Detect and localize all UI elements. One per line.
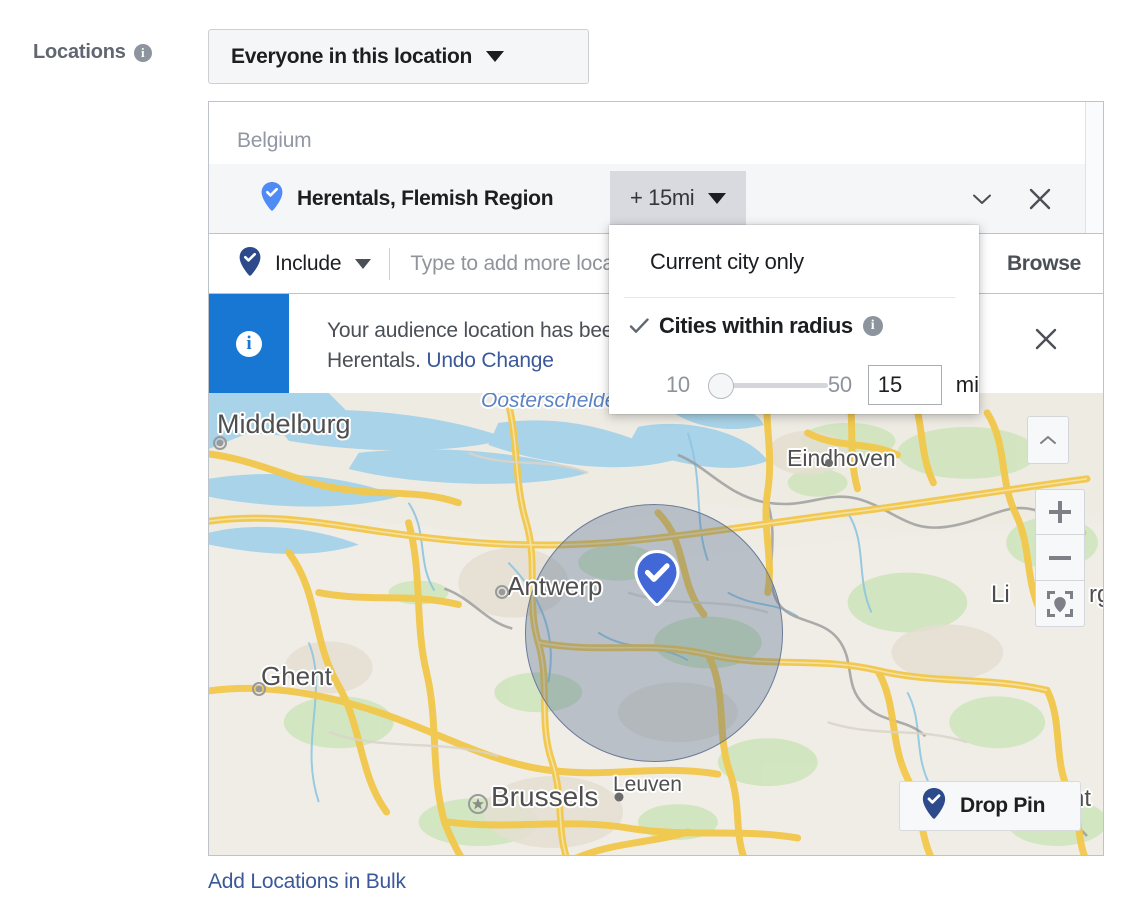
audience-type-value: Everyone in this location xyxy=(231,44,473,68)
zoom-in-button[interactable] xyxy=(1035,489,1085,535)
country-header: Belgium xyxy=(237,129,312,152)
radius-overlay-circle xyxy=(525,504,783,762)
drop-pin-button[interactable]: Drop Pin xyxy=(899,781,1081,831)
map-pin-check-icon xyxy=(922,788,946,824)
location-list-scrollbar[interactable] xyxy=(1085,102,1103,233)
expand-location-chevron-icon[interactable] xyxy=(969,186,995,212)
menu-item-cities-within-radius[interactable]: Cities within radius i xyxy=(629,313,883,339)
radius-chip-label: + 15mi xyxy=(630,185,695,210)
radius-slider[interactable] xyxy=(707,370,828,400)
slider-max-label: 50 xyxy=(827,372,852,397)
slider-thumb[interactable] xyxy=(707,373,734,399)
chevron-down-icon xyxy=(486,51,505,62)
locations-label-text: Locations xyxy=(33,41,126,63)
info-icon: i xyxy=(236,330,262,357)
chevron-down-icon xyxy=(708,192,727,204)
compass-up-icon[interactable] xyxy=(1027,416,1069,464)
radius-value-input[interactable] xyxy=(867,365,942,405)
info-icon[interactable]: i xyxy=(862,316,883,336)
location-list-item[interactable]: Herentals, Flemish Region + 15mi xyxy=(209,164,1103,233)
location-map[interactable]: Oosterschelde Middelburg Eindhoven Antwe… xyxy=(208,393,1104,856)
map-pin-check-icon xyxy=(261,181,283,216)
info-icon[interactable]: i xyxy=(133,43,152,62)
zoom-out-button[interactable] xyxy=(1035,535,1085,581)
locate-pin-icon xyxy=(1047,590,1073,617)
divider xyxy=(389,248,391,280)
radius-dropdown-menu: Current city only Cities within radius i… xyxy=(609,225,979,414)
include-mode-select[interactable]: Include xyxy=(239,247,372,281)
radius-chip-button[interactable]: + 15mi xyxy=(610,171,747,225)
locations-targeting-panel: Locations i Everyone in this location Be… xyxy=(0,0,1142,908)
menu-item-label: Cities within radius xyxy=(659,313,853,338)
add-locations-in-bulk-link[interactable]: Add Locations in Bulk xyxy=(208,870,406,894)
locate-button[interactable] xyxy=(1035,581,1085,627)
undo-change-link[interactable]: Undo Change xyxy=(426,349,554,372)
map-pin-check-icon[interactable] xyxy=(634,549,680,615)
audience-type-select[interactable]: Everyone in this location xyxy=(208,29,589,84)
remove-location-close-icon[interactable] xyxy=(1027,186,1053,212)
minus-icon xyxy=(1049,555,1071,560)
location-scroll-area: Belgium Herentals, Flemish Region + 15mi xyxy=(209,102,1103,233)
notification-close-icon[interactable] xyxy=(1033,326,1059,352)
location-name: Herentals, Flemish Region xyxy=(297,186,554,210)
menu-divider xyxy=(624,297,955,298)
slider-min-label: 10 xyxy=(666,372,690,397)
radius-unit-label: mi xyxy=(955,372,979,397)
include-mode-label: Include xyxy=(275,252,342,275)
map-pin-check-icon xyxy=(239,247,261,281)
menu-item-current-city-only[interactable]: Current city only xyxy=(650,249,804,275)
notification-icon-panel: i xyxy=(209,294,289,393)
plus-icon xyxy=(1049,501,1071,523)
chevron-down-icon xyxy=(355,259,372,269)
radius-slider-row: 10 50 mi xyxy=(609,365,979,405)
check-icon xyxy=(629,316,649,336)
browse-button[interactable]: Browse xyxy=(1007,252,1081,276)
drop-pin-label: Drop Pin xyxy=(960,794,1046,817)
notification-line-2: Herentals. xyxy=(327,348,421,372)
page-title: Locations i xyxy=(33,41,152,64)
